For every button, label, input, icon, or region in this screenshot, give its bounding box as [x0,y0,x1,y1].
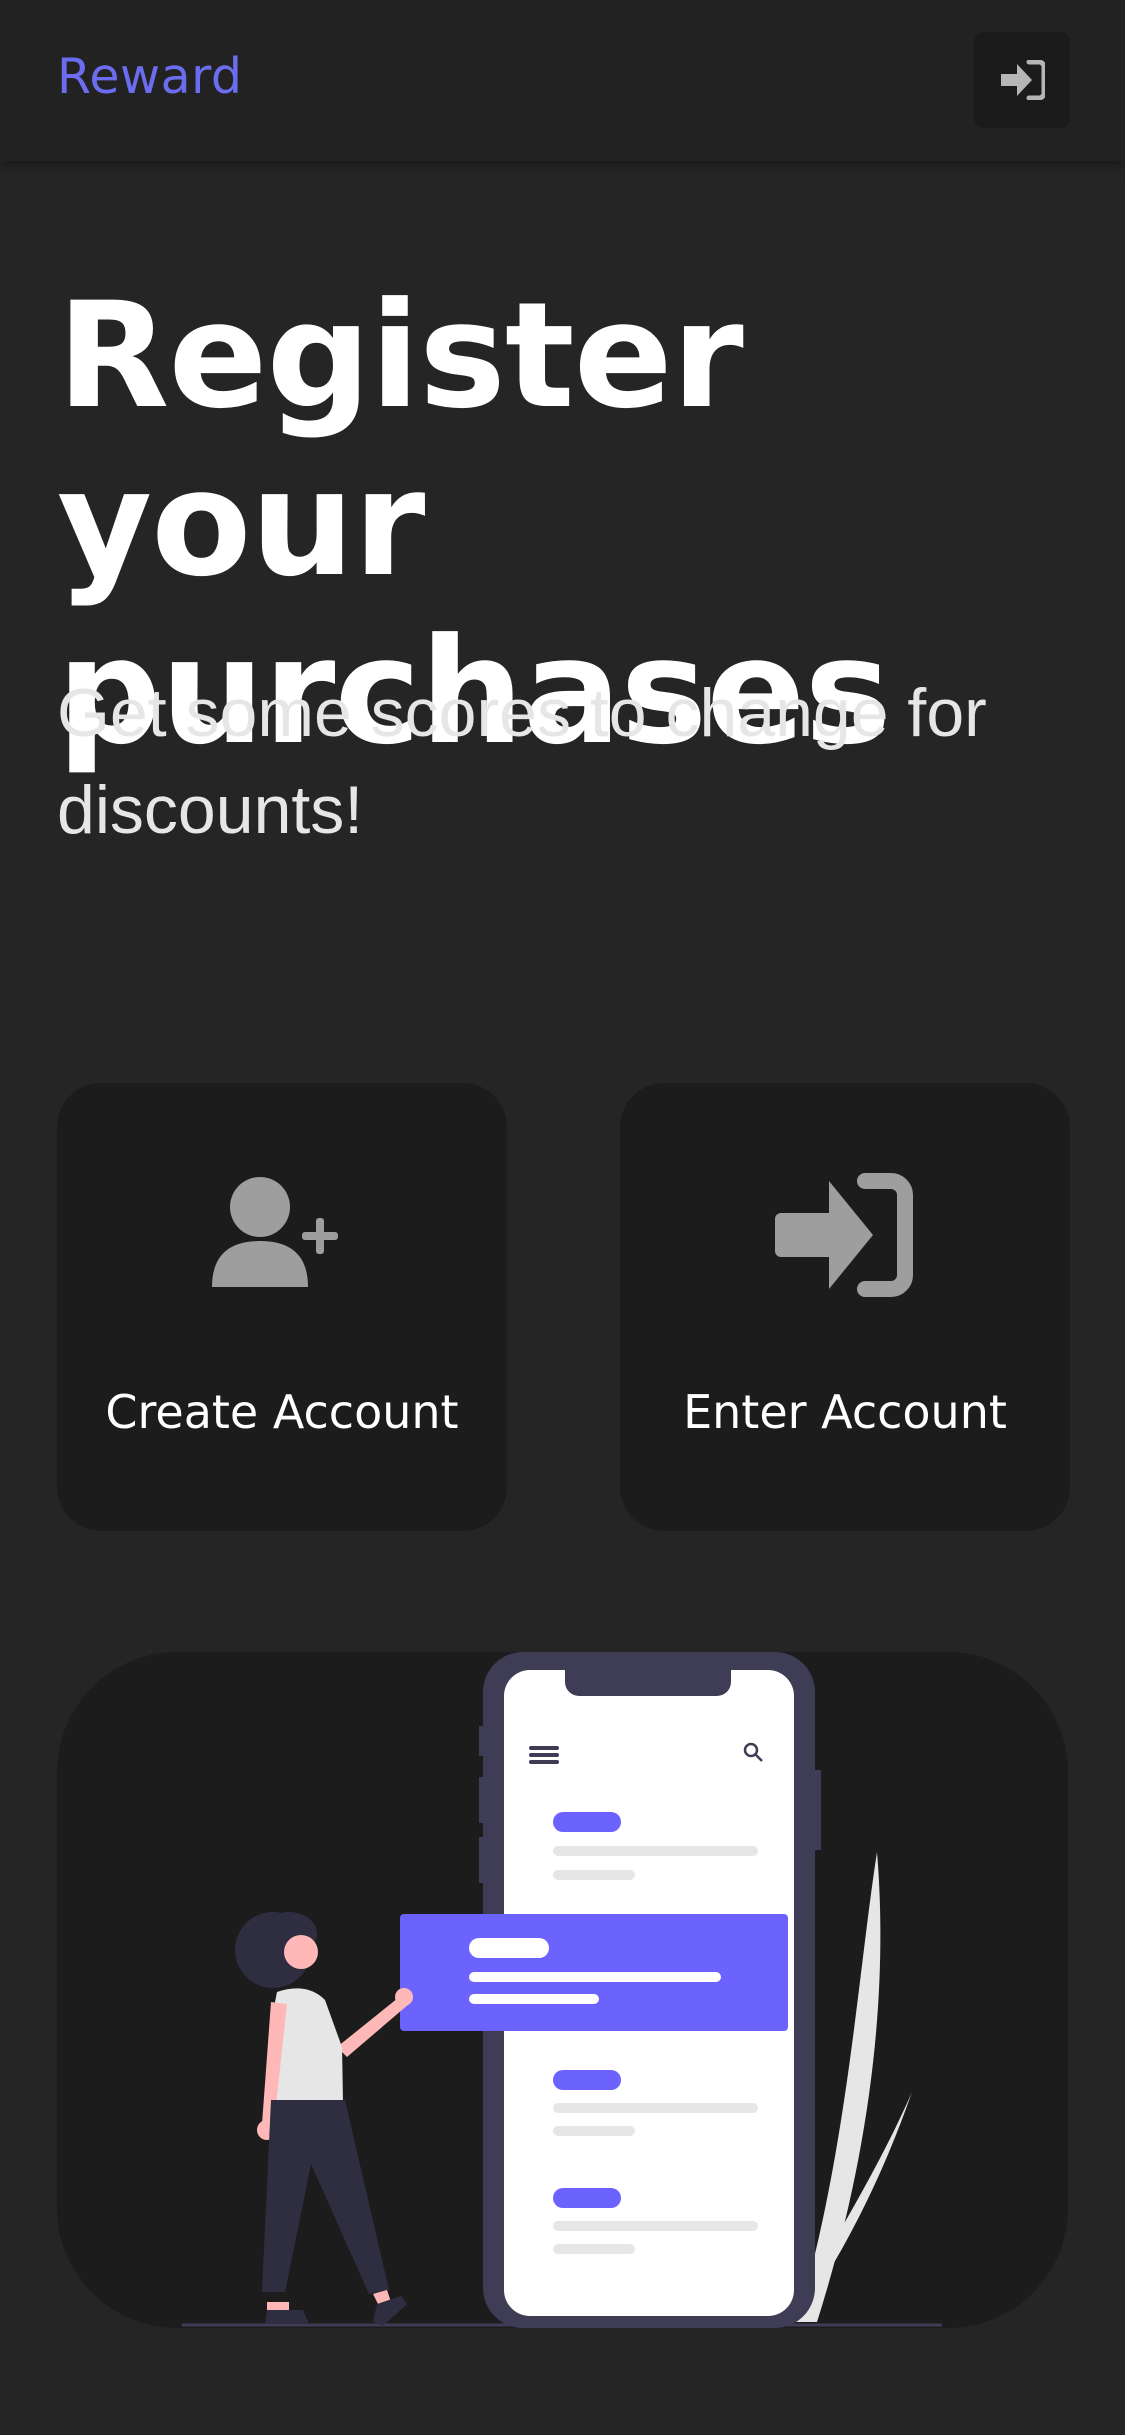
phone-app-illustration [57,1652,1068,2328]
create-account-label: Create Account [105,1385,459,1439]
enter-account-label: Enter Account [683,1385,1007,1439]
page-subtitle: Get some scores to change for discounts! [57,675,987,848]
brand-logo[interactable]: Reward [57,48,242,105]
login-button[interactable] [974,32,1070,128]
user-plus-icon [212,1177,338,1287]
enter-account-button[interactable]: Enter Account [620,1083,1070,1531]
illustration-art [182,1652,942,2328]
top-bar: Reward [0,0,1125,161]
sign-in-icon [1001,60,1045,100]
sign-in-icon [775,1173,913,1297]
create-account-button[interactable]: Create Account [57,1083,507,1531]
